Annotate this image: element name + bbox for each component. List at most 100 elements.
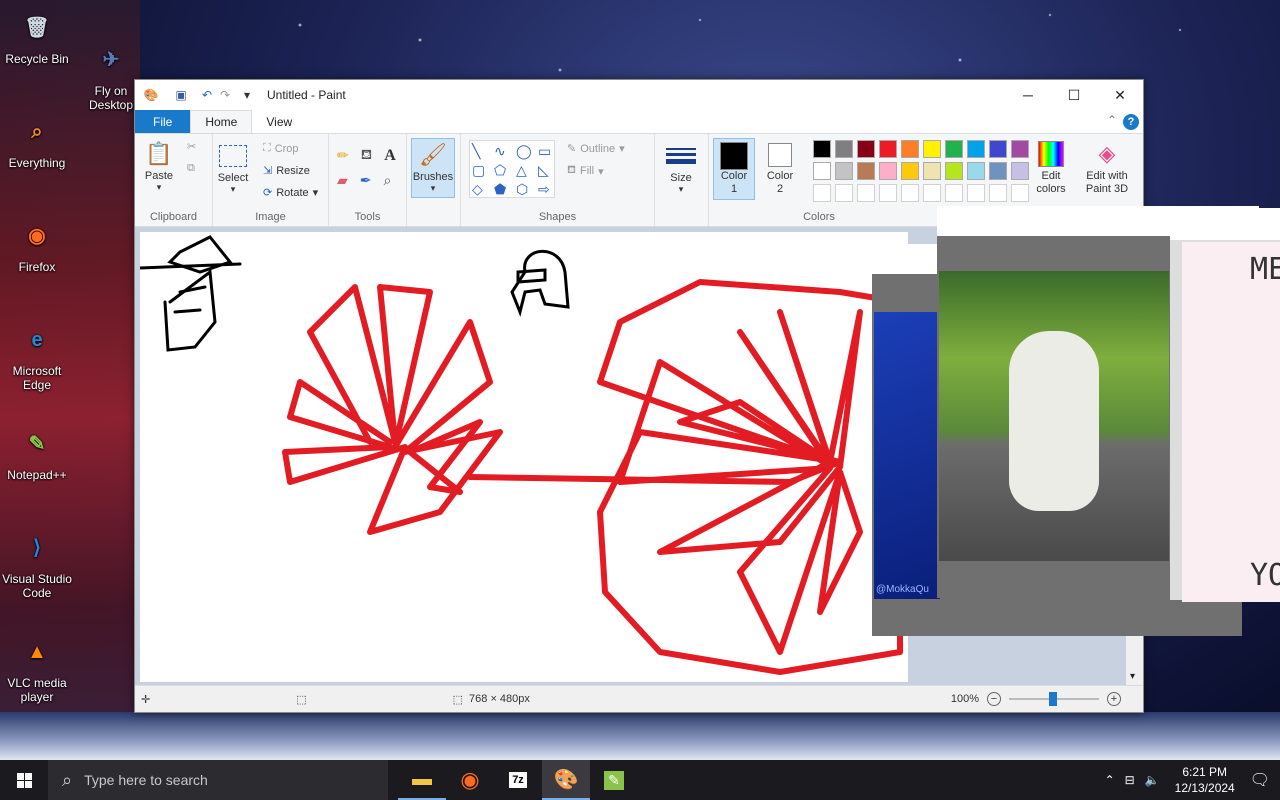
- tab-home[interactable]: Home: [190, 110, 253, 133]
- palette-swatch[interactable]: [923, 184, 941, 202]
- palette-swatch[interactable]: [901, 162, 919, 180]
- crop-button[interactable]: ⛶ Crop: [263, 142, 299, 155]
- clock[interactable]: 6:21 PM 12/13/2024: [1170, 764, 1240, 796]
- fill-bucket-icon[interactable]: ⛾: [361, 146, 372, 165]
- show-hidden-icons-icon[interactable]: ⌃: [1105, 773, 1115, 787]
- palette-swatch[interactable]: [989, 140, 1007, 158]
- scroll-down-icon[interactable]: ▾: [1130, 671, 1135, 682]
- brushes-button[interactable]: 🖌 Brushes ▾: [411, 138, 455, 198]
- color1-button[interactable]: Color 1: [713, 138, 755, 200]
- zoom-out-icon[interactable]: −: [987, 692, 1001, 706]
- edit-with-paint3d-button[interactable]: ◈ Edit with Paint 3D: [1077, 138, 1137, 196]
- palette-swatch[interactable]: [901, 184, 919, 202]
- taskbar-notepadpp[interactable]: ✎: [590, 760, 638, 800]
- eraser-icon[interactable]: ▰: [337, 172, 348, 189]
- maximize-button[interactable]: ☐: [1051, 80, 1097, 110]
- curve-shape-icon[interactable]: ∿: [494, 143, 514, 160]
- taskbar-7zip[interactable]: 7z: [494, 760, 542, 800]
- redo-icon[interactable]: ↷: [217, 87, 233, 103]
- palette-swatch[interactable]: [813, 162, 831, 180]
- rounded-rectangle-shape-icon[interactable]: ▢: [472, 162, 492, 179]
- palette-swatch[interactable]: [813, 140, 831, 158]
- pentagon-shape-icon[interactable]: ⬟: [494, 181, 514, 198]
- magnifier-icon[interactable]: ⌕: [384, 172, 392, 189]
- palette-swatch[interactable]: [989, 184, 1007, 202]
- outline-button[interactable]: ✎ Outline ▾: [567, 142, 625, 156]
- collapse-ribbon-icon[interactable]: ⌃: [1107, 113, 1117, 127]
- polygon-shape-icon[interactable]: ⬠: [494, 162, 514, 179]
- diamond-shape-icon[interactable]: ◇: [472, 181, 492, 198]
- select-button[interactable]: Select ▾: [217, 140, 249, 195]
- triangle-shape-icon[interactable]: △: [516, 162, 536, 179]
- zoom-in-icon[interactable]: +: [1107, 692, 1121, 706]
- palette-swatch[interactable]: [857, 162, 875, 180]
- drawing-canvas[interactable]: [138, 232, 908, 682]
- tab-file[interactable]: File: [135, 110, 191, 133]
- rectangle-shape-icon[interactable]: ▭: [538, 143, 558, 160]
- volume-icon[interactable]: 🔈: [1145, 773, 1160, 787]
- start-button[interactable]: [0, 760, 48, 800]
- palette-swatch[interactable]: [835, 184, 853, 202]
- taskbar-search-box[interactable]: ⌕ Type here to search: [48, 760, 388, 800]
- desktop-icon-firefox[interactable]: ◉ Firefox: [0, 216, 76, 274]
- paste-button[interactable]: 📋 Paste ▾: [143, 138, 175, 193]
- oval-shape-icon[interactable]: ◯: [516, 143, 536, 160]
- desktop-icon-notepad-[interactable]: ✎ Notepad++: [0, 424, 76, 482]
- palette-swatch[interactable]: [813, 184, 831, 202]
- palette-swatch[interactable]: [945, 184, 963, 202]
- color-picker-icon[interactable]: ✒: [360, 172, 372, 189]
- line-shape-icon[interactable]: ╲: [472, 143, 492, 160]
- desktop-icon-recycle-bin[interactable]: 🗑 Recycle Bin: [0, 8, 76, 66]
- network-icon[interactable]: ⊟: [1125, 773, 1135, 787]
- resize-button[interactable]: ⇲ Resize: [263, 164, 310, 178]
- taskbar-file-explorer[interactable]: ▬: [398, 760, 446, 800]
- palette-swatch[interactable]: [989, 162, 1007, 180]
- palette-swatch[interactable]: [857, 140, 875, 158]
- desktop-icon-visual-studio-code[interactable]: ⟩ Visual Studio Code: [0, 528, 76, 600]
- arrow-shape-icon[interactable]: ⇨: [538, 181, 558, 198]
- cut-icon[interactable]: ✂: [187, 140, 196, 153]
- palette-swatch[interactable]: [857, 184, 875, 202]
- desktop-icon-vlc-media-player[interactable]: ▲ VLC media player: [0, 632, 76, 704]
- overlay-window-message[interactable]: ME YO: [1170, 208, 1280, 602]
- palette-swatch[interactable]: [901, 140, 919, 158]
- hexagon-shape-icon[interactable]: ⬡: [516, 181, 536, 198]
- rotate-button[interactable]: ⟳ Rotate ▾: [263, 186, 318, 200]
- color2-button[interactable]: Color 2: [759, 138, 801, 196]
- palette-swatch[interactable]: [879, 140, 897, 158]
- copy-icon[interactable]: ⧉: [187, 162, 195, 175]
- palette-swatch[interactable]: [967, 140, 985, 158]
- palette-swatch[interactable]: [945, 162, 963, 180]
- close-button[interactable]: ✕: [1097, 80, 1143, 110]
- palette-swatch[interactable]: [835, 162, 853, 180]
- palette-swatch[interactable]: [835, 140, 853, 158]
- size-button[interactable]: Size ▾: [665, 140, 697, 195]
- palette-swatch[interactable]: [879, 162, 897, 180]
- tab-view[interactable]: View: [252, 110, 306, 133]
- customize-quick-access-icon[interactable]: ▾: [239, 87, 255, 103]
- text-icon[interactable]: A: [384, 147, 396, 165]
- palette-swatch[interactable]: [967, 162, 985, 180]
- desktop-icon-everything[interactable]: ⌕ Everything: [0, 112, 76, 170]
- palette-swatch[interactable]: [945, 140, 963, 158]
- zoom-slider[interactable]: [1009, 692, 1099, 706]
- taskbar-paint[interactable]: 🎨: [542, 760, 590, 800]
- palette-swatch[interactable]: [879, 184, 897, 202]
- undo-icon[interactable]: ↶: [199, 87, 215, 103]
- palette-swatch[interactable]: [967, 184, 985, 202]
- fill-button[interactable]: ⛾ Fill ▾: [567, 164, 604, 178]
- title-bar[interactable]: 🎨 ▣ ↶ ↷ ▾ Untitled - Paint ─ ☐ ✕: [135, 80, 1143, 110]
- help-icon[interactable]: ?: [1123, 114, 1139, 130]
- palette-swatch[interactable]: [923, 140, 941, 158]
- shapes-gallery[interactable]: ╲ ∿ ◯ ▭ ▢ ⬠ △ ◺ ◇ ⬟ ⬡ ⇨: [469, 140, 555, 198]
- minimize-button[interactable]: ─: [1005, 80, 1051, 110]
- notifications-icon[interactable]: 🗨: [1250, 770, 1270, 790]
- right-triangle-shape-icon[interactable]: ◺: [538, 162, 558, 179]
- palette-swatch[interactable]: [923, 162, 941, 180]
- zoom-slider-thumb[interactable]: [1049, 692, 1057, 706]
- save-icon[interactable]: ▣: [173, 87, 189, 103]
- edit-colors-button[interactable]: Edit colors: [1027, 138, 1075, 196]
- pencil-icon[interactable]: ✏: [337, 147, 349, 164]
- desktop-icon-microsoft-edge[interactable]: e Microsoft Edge: [0, 320, 76, 392]
- taskbar-firefox[interactable]: ◉: [446, 760, 494, 800]
